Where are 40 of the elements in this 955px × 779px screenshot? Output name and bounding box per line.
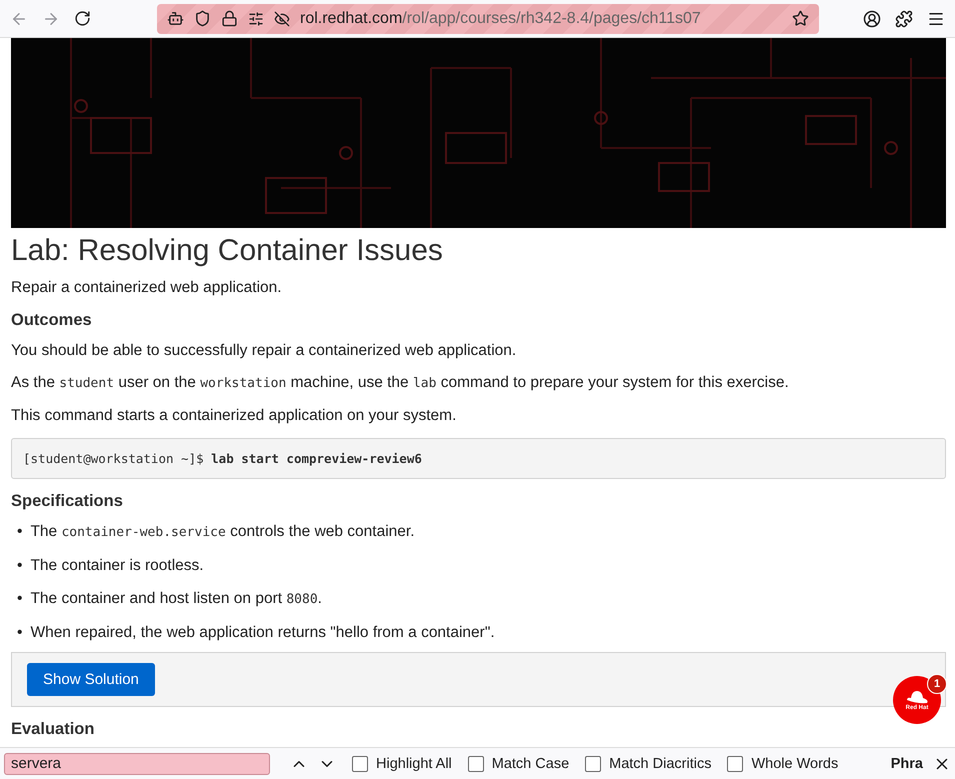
bullet: • xyxy=(17,623,22,643)
find-field[interactable]: servera xyxy=(4,752,270,774)
tracking-off-icon[interactable] xyxy=(274,10,290,26)
command-block: [student@workstation ~]$ lab start compreview-review6 xyxy=(11,438,946,479)
paragraph: You should be able to successfully repair a containerized web application. xyxy=(11,341,518,361)
paragraph: This command starts a containerized application on your system. xyxy=(11,406,458,426)
lock-icon[interactable] xyxy=(221,10,238,27)
reload-icon[interactable] xyxy=(74,10,91,27)
shield-icon[interactable] xyxy=(194,10,211,27)
bullet: • xyxy=(17,589,22,609)
address-bar[interactable]: rol.redhat.com/rol/app/courses/rh342-8.4/pages/ch11s07 xyxy=(157,4,819,34)
find-option[interactable]: Match Case xyxy=(468,756,570,772)
find-option[interactable]: Whole Words xyxy=(727,756,838,772)
checkbox[interactable] xyxy=(468,756,484,772)
subtitle: Repair a containerized web application. xyxy=(11,278,283,298)
paragraph: As the student user on the workstation machine, use the lab command to prepare your system for this exercise. xyxy=(11,373,790,393)
find-option[interactable]: Match Diacritics xyxy=(585,756,712,772)
bullet: • xyxy=(17,556,22,576)
phrase-option[interactable]: Phra xyxy=(890,756,923,772)
extensions-icon[interactable] xyxy=(895,10,913,28)
checkbox[interactable] xyxy=(585,756,602,772)
list-item: The container-web.service controls the web container. xyxy=(30,522,415,542)
url-text: rol.redhat.com/rol/app/courses/rh342-8.4/pages/ch11s07 xyxy=(300,10,702,28)
hat-icon xyxy=(905,689,929,705)
bullet: • xyxy=(17,522,22,542)
section-heading: Evaluation xyxy=(11,719,96,739)
checkbox[interactable] xyxy=(352,756,368,772)
list-item: When repaired, the web application returns "hello from a container". xyxy=(30,623,495,643)
find-option[interactable]: Highlight All xyxy=(352,756,452,772)
section-heading: Specifications xyxy=(11,491,124,511)
page-title: Lab: Resolving Container Issues xyxy=(11,234,444,268)
star-icon[interactable] xyxy=(792,10,809,27)
list-item: The container is rootless. xyxy=(30,556,204,576)
section-heading: Outcomes xyxy=(11,310,93,330)
permissions-icon[interactable] xyxy=(248,10,264,26)
show-solution-button[interactable]: Show Solution xyxy=(27,663,155,696)
list-item: The container and host listen on port 8080. xyxy=(30,589,322,609)
checkbox[interactable] xyxy=(727,756,744,772)
account-icon[interactable] xyxy=(863,10,881,28)
robot-icon xyxy=(167,10,184,27)
